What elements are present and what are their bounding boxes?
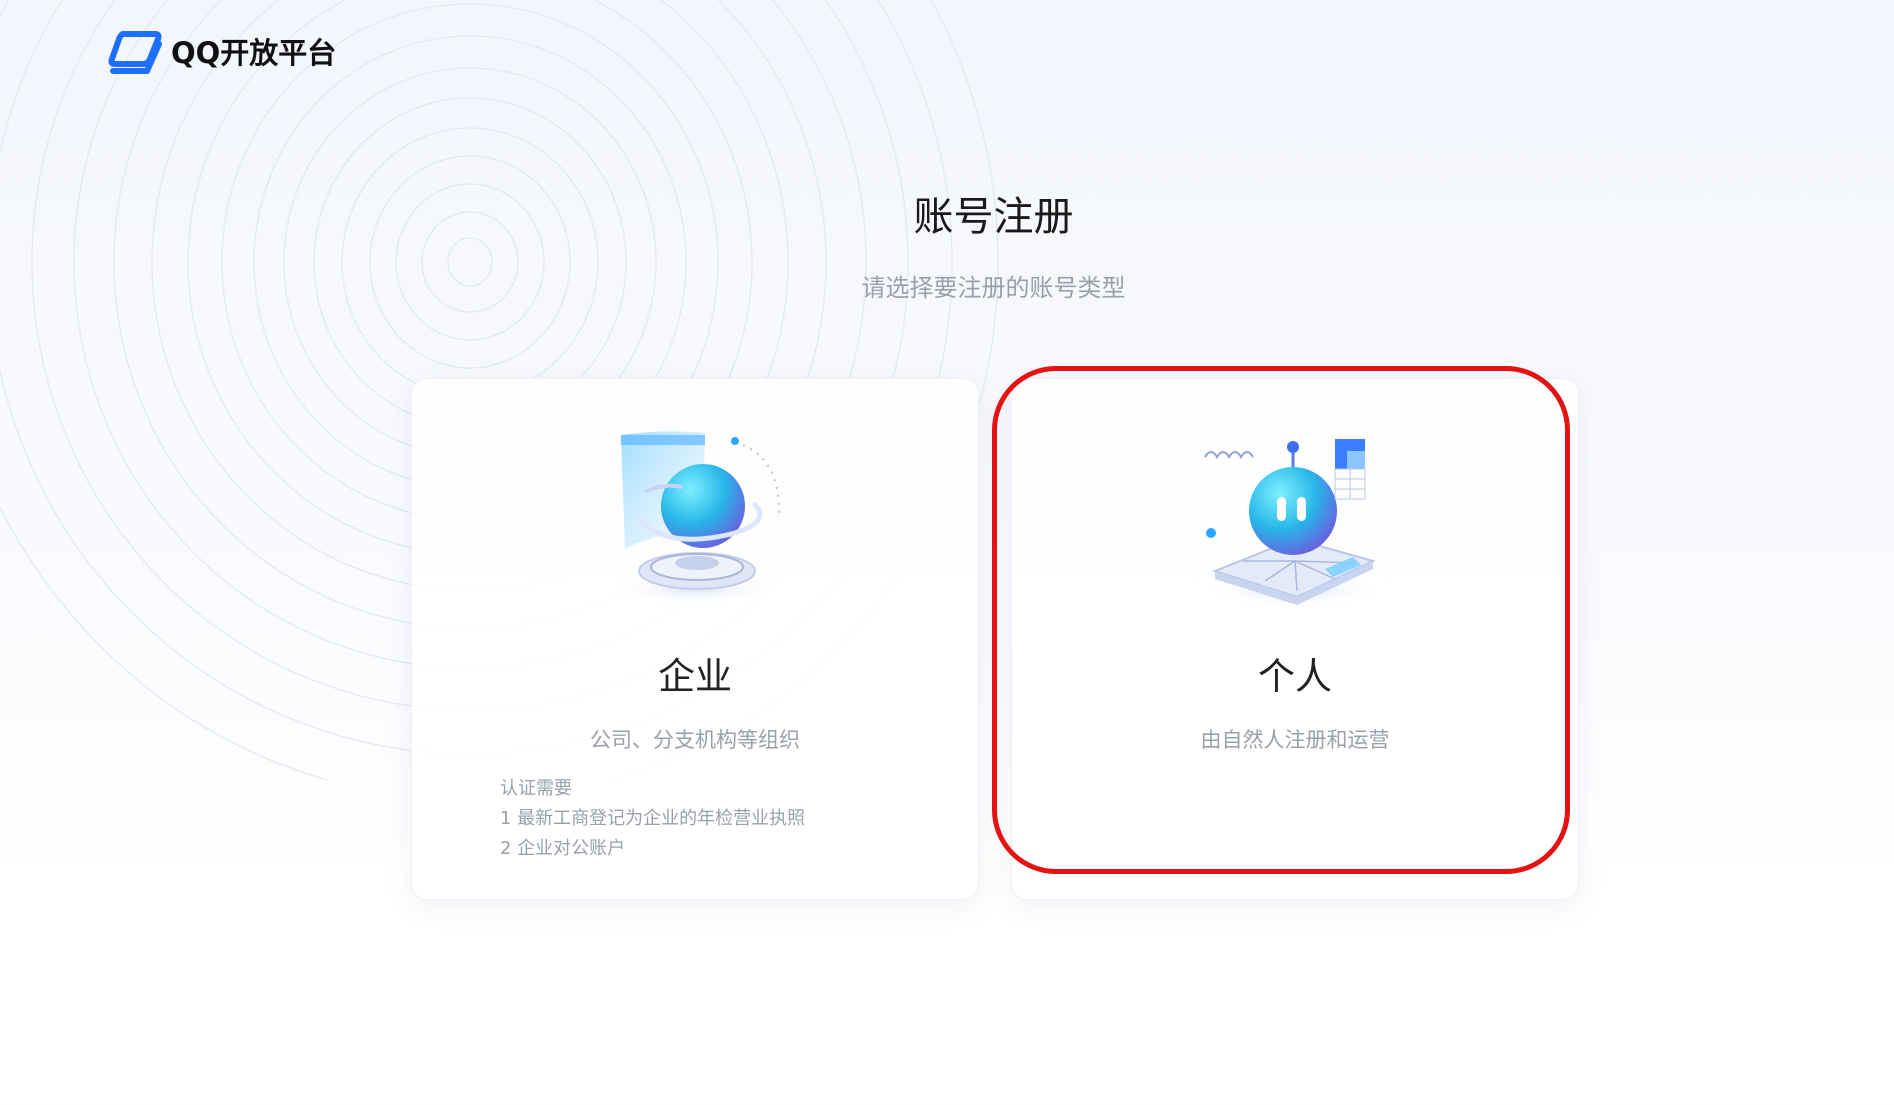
enterprise-requirements: 认证需要 1 最新工商登记为企业的年检营业执照 2 企业对公账户 bbox=[500, 774, 805, 864]
personal-card-description: 由自然人注册和运营 bbox=[1200, 728, 1390, 752]
page-title: 账号注册 bbox=[913, 194, 1074, 240]
enterprise-card-title: 企业 bbox=[658, 655, 732, 698]
requirement-item: 2 企业对公账户 bbox=[500, 838, 626, 859]
personal-account-card[interactable]: 个人 由自然人注册和运营 bbox=[1011, 378, 1579, 900]
enterprise-planet-illustration bbox=[605, 431, 785, 605]
requirement-item: 1 最新工商登记为企业的年检营业执照 bbox=[500, 808, 806, 829]
enterprise-account-card[interactable]: 企业 公司、分支机构等组织 认证需要 1 最新工商登记为企业的年检营业执照 2 … bbox=[411, 378, 979, 900]
enterprise-card-description: 公司、分支机构等组织 bbox=[590, 728, 800, 752]
logo-text: QQ开放平台 bbox=[171, 36, 337, 70]
personal-card-title: 个人 bbox=[1258, 655, 1332, 698]
personal-robot-illustration bbox=[1203, 439, 1387, 607]
qq-open-platform-logo-icon bbox=[108, 31, 162, 74]
page-subtitle: 请选择要注册的账号类型 bbox=[861, 274, 1126, 302]
qq-open-platform-logo[interactable]: QQ开放平台 bbox=[107, 26, 336, 76]
requirements-heading: 认证需要 bbox=[500, 778, 572, 799]
